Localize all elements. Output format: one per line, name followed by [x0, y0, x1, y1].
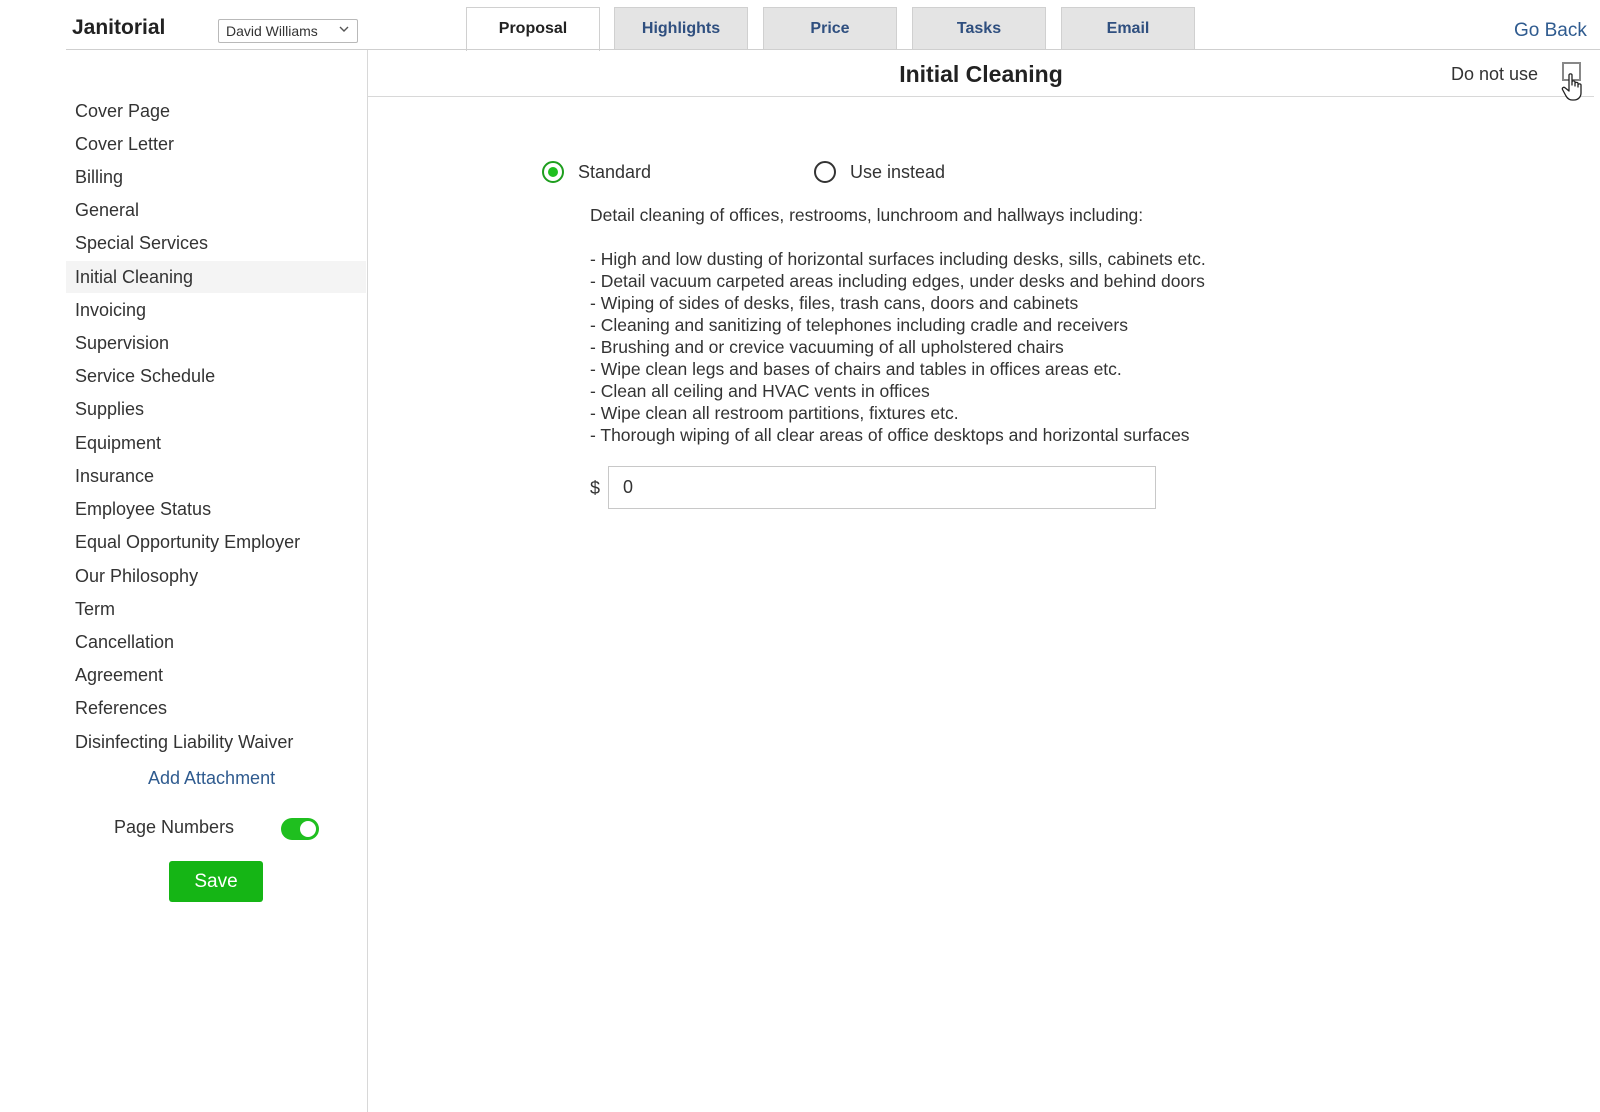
sidebar-item-references[interactable]: References [66, 692, 366, 724]
list-item: - Wipe clean all restroom partitions, fi… [590, 403, 959, 423]
sidebar-item-cover-letter[interactable]: Cover Letter [66, 128, 366, 160]
do-not-use-label: Do not use [1451, 64, 1539, 84]
sidebar-item-cancellation[interactable]: Cancellation [66, 626, 366, 658]
list-item: - Detail vacuum carpeted areas including… [590, 271, 1205, 291]
page-numbers-label: Page Numbers [114, 817, 235, 837]
tab-proposal[interactable]: Proposal [466, 7, 600, 51]
sidebar-item-agreement[interactable]: Agreement [66, 659, 366, 691]
sidebar-item-cover-page[interactable]: Cover Page [66, 95, 366, 127]
sidebar-item-equal-opportunity-employer[interactable]: Equal Opportunity Employer [66, 526, 366, 558]
sidebar-item-supplies[interactable]: Supplies [66, 393, 366, 425]
description-text: Detail cleaning of offices, restrooms, l… [590, 204, 1206, 446]
user-select-value: David Williams [226, 23, 318, 39]
tab-tasks[interactable]: Tasks [912, 7, 1046, 50]
page-title: Initial Cleaning [899, 61, 1063, 87]
tab-highlights[interactable]: Highlights [614, 7, 748, 50]
sidebar-item-employee-status[interactable]: Employee Status [66, 493, 366, 525]
sidebar-item-term[interactable]: Term [66, 593, 366, 625]
main-panel: Initial Cleaning Do not use Standard Use… [368, 50, 1594, 1112]
list-item: - Clean all ceiling and HVAC vents in of… [590, 381, 930, 401]
toggle-knob [300, 821, 316, 837]
page-numbers-toggle[interactable] [281, 818, 319, 840]
section-header: Initial Cleaning Do not use [368, 50, 1594, 101]
tab-price[interactable]: Price [763, 7, 897, 50]
add-attachment-link[interactable]: Add Attachment [148, 768, 275, 789]
standard-radio-label: Standard [578, 162, 652, 182]
standard-radio[interactable] [542, 161, 564, 183]
chevron-down-icon [339, 26, 349, 32]
hand-cursor-icon [1561, 73, 1582, 101]
go-back-link[interactable]: Go Back [1514, 20, 1587, 42]
list-item: - Brushing and or crevice vacuuming of a… [590, 337, 1064, 357]
list-item: - Wiping of sides of desks, files, trash… [590, 293, 1079, 313]
description-intro: Detail cleaning of offices, restrooms, l… [590, 205, 1144, 225]
use-instead-radio-label: Use instead [850, 162, 946, 182]
save-button[interactable]: Save [169, 861, 263, 902]
sidebar-item-invoicing[interactable]: Invoicing [66, 294, 366, 326]
sidebar-item-initial-cleaning[interactable]: Initial Cleaning [66, 261, 366, 293]
list-item: - High and low dusting of horizontal sur… [590, 249, 1206, 269]
list-item: - Thorough wiping of all clear areas of … [590, 425, 1190, 445]
top-bar: Janitorial David Williams Proposal Highl… [0, 0, 1600, 51]
description-list: - High and low dusting of horizontal sur… [590, 248, 1206, 446]
sidebar-item-our-philosophy[interactable]: Our Philosophy [66, 560, 366, 592]
app-title: Janitorial [72, 16, 166, 39]
user-select[interactable]: David Williams [218, 19, 358, 43]
sidebar-item-equipment[interactable]: Equipment [66, 427, 366, 459]
list-item: - Wipe clean legs and bases of chairs an… [590, 359, 1122, 379]
sidebar: Cover Page Cover Letter Billing General … [66, 50, 368, 1112]
sidebar-item-general[interactable]: General [66, 194, 366, 226]
sidebar-item-service-schedule[interactable]: Service Schedule [66, 360, 366, 392]
sidebar-item-insurance[interactable]: Insurance [66, 460, 366, 492]
sidebar-item-supervision[interactable]: Supervision [66, 327, 366, 359]
tab-email[interactable]: Email [1061, 7, 1195, 50]
currency-symbol: $ [590, 478, 601, 498]
list-item: - Cleaning and sanitizing of telephones … [590, 315, 1128, 335]
price-input[interactable] [608, 466, 1156, 509]
use-instead-radio[interactable] [814, 161, 836, 183]
sidebar-item-special-services[interactable]: Special Services [66, 227, 366, 259]
sidebar-item-disinfecting-liability-waiver[interactable]: Disinfecting Liability Waiver [66, 726, 366, 758]
sidebar-item-billing[interactable]: Billing [66, 161, 366, 193]
